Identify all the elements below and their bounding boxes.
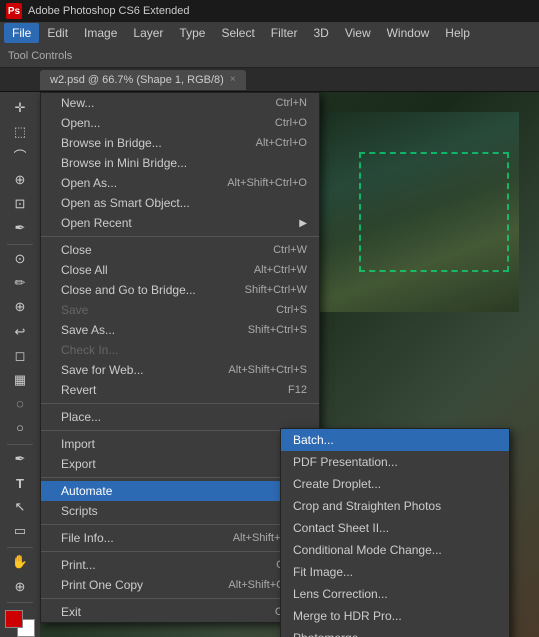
menu-3d[interactable]: 3D [305,23,336,43]
menu-exit[interactable]: Exit Ctrl+Q [41,602,319,622]
toolbar-separator-3 [7,547,33,548]
tab-close-button[interactable]: × [230,74,236,85]
healing-brush-tool[interactable]: ⊙ [5,248,35,271]
pen-tool[interactable]: ✒ [5,447,35,470]
crop-tool[interactable]: ⊡ [5,192,35,215]
menu-print-one-copy[interactable]: Print One Copy Alt+Shift+Ctrl+P [41,575,319,595]
path-select-tool[interactable]: ↖ [5,496,35,519]
controls-text: Tool Controls [8,50,72,62]
automate-photomerge[interactable]: Photomerge... [281,627,509,637]
menu-automate[interactable]: Automate ▶ [41,481,319,501]
gradient-tool[interactable]: ▦ [5,368,35,391]
menu-check-in: Check In... [41,340,319,360]
menu-open-recent[interactable]: Open Recent ▶ [41,213,319,233]
type-tool[interactable]: T [5,472,35,495]
automate-submenu: Batch... PDF Presentation... Create Drop… [280,428,510,637]
menu-close[interactable]: Close Ctrl+W [41,240,319,260]
automate-lens-correction[interactable]: Lens Correction... [281,583,509,605]
app-icon: Ps [6,3,22,19]
menu-close-all[interactable]: Close All Alt+Ctrl+W [41,260,319,280]
menu-open-as[interactable]: Open As... Alt+Shift+Ctrl+O [41,173,319,193]
automate-pdf-presentation[interactable]: PDF Presentation... [281,451,509,473]
menu-close-go-bridge[interactable]: Close and Go to Bridge... Shift+Ctrl+W [41,280,319,300]
menu-import[interactable]: Import ▶ [41,434,319,454]
main-area: ✛ ⬚ ⌒ ⊕ ⊡ ✒ ⊙ ✏ ⊕ ↩ ◻ ▦ ◌ ○ ✒ T ↖ ▭ ✋ ⊕ [0,92,539,637]
separator-1 [41,236,319,237]
automate-merge-hdr[interactable]: Merge to HDR Pro... [281,605,509,627]
lasso-tool[interactable]: ⌒ [5,144,35,167]
separator-2 [41,403,319,404]
menu-view[interactable]: View [337,23,379,43]
automate-create-droplet[interactable]: Create Droplet... [281,473,509,495]
toolbar-separator-1 [7,244,33,245]
menu-print[interactable]: Print... Ctrl+P [41,555,319,575]
separator-3 [41,430,319,431]
automate-batch[interactable]: Batch... [281,429,509,451]
menu-save-as[interactable]: Save As... Shift+Ctrl+S [41,320,319,340]
document-tab[interactable]: w2.psd @ 66.7% (Shape 1, RGB/8) × [40,70,246,90]
menu-file-info[interactable]: File Info... Alt+Shift+Ctrl+I [41,528,319,548]
menu-bar: File Edit Image Layer Type Select Filter… [0,22,539,44]
separator-4 [41,477,319,478]
history-brush-tool[interactable]: ↩ [5,320,35,343]
quick-select-tool[interactable]: ⊕ [5,168,35,191]
automate-contact-sheet[interactable]: Contact Sheet II... [281,517,509,539]
eraser-tool[interactable]: ◻ [5,344,35,367]
clone-stamp-tool[interactable]: ⊕ [5,296,35,319]
automate-fit-image[interactable]: Fit Image... [281,561,509,583]
title-bar-text: Adobe Photoshop CS6 Extended [28,5,189,17]
menu-scripts[interactable]: Scripts ▶ [41,501,319,521]
blur-tool[interactable]: ◌ [5,392,35,415]
hand-tool[interactable]: ✋ [5,551,35,574]
menu-open-smart-object[interactable]: Open as Smart Object... [41,193,319,213]
menu-open[interactable]: Open... Ctrl+O [41,113,319,133]
title-bar: Ps Adobe Photoshop CS6 Extended [0,0,539,22]
automate-conditional-mode[interactable]: Conditional Mode Change... [281,539,509,561]
menu-browse-bridge[interactable]: Browse in Bridge... Alt+Ctrl+O [41,133,319,153]
menu-file[interactable]: File [4,23,39,43]
menu-image[interactable]: Image [76,23,125,43]
separator-7 [41,598,319,599]
menu-window[interactable]: Window [379,23,438,43]
automate-crop-straighten[interactable]: Crop and Straighten Photos [281,495,509,517]
dodge-tool[interactable]: ○ [5,416,35,439]
menu-revert[interactable]: Revert F12 [41,380,319,400]
rectangle-select-tool[interactable]: ⬚ [5,120,35,143]
file-menu-dropdown: New... Ctrl+N Open... Ctrl+O Browse in B… [40,92,320,623]
move-tool[interactable]: ✛ [5,96,35,119]
menu-export[interactable]: Export ▶ [41,454,319,474]
separator-6 [41,551,319,552]
eyedropper-tool[interactable]: ✒ [5,217,35,240]
menu-new[interactable]: New... Ctrl+N [41,93,319,113]
left-toolbar: ✛ ⬚ ⌒ ⊕ ⊡ ✒ ⊙ ✏ ⊕ ↩ ◻ ▦ ◌ ○ ✒ T ↖ ▭ ✋ ⊕ [0,92,40,637]
menu-help[interactable]: Help [437,23,478,43]
tab-bar: w2.psd @ 66.7% (Shape 1, RGB/8) × [0,68,539,92]
separator-5 [41,524,319,525]
menu-save: Save Ctrl+S [41,300,319,320]
menu-filter[interactable]: Filter [263,23,306,43]
menu-save-web[interactable]: Save for Web... Alt+Shift+Ctrl+S [41,360,319,380]
open-recent-arrow: ▶ [299,218,307,229]
menu-browse-mini-bridge[interactable]: Browse in Mini Bridge... [41,153,319,173]
menu-layer[interactable]: Layer [125,23,171,43]
foreground-background-colors[interactable] [5,610,35,637]
menu-type[interactable]: Type [171,23,213,43]
selection-marquee [359,152,509,272]
brush-tool[interactable]: ✏ [5,272,35,295]
menu-edit[interactable]: Edit [39,23,76,43]
menu-place[interactable]: Place... [41,407,319,427]
menu-select[interactable]: Select [213,23,262,43]
shape-tool[interactable]: ▭ [5,520,35,543]
zoom-tool[interactable]: ⊕ [5,575,35,598]
toolbar-separator-2 [7,444,33,445]
tab-label: w2.psd @ 66.7% (Shape 1, RGB/8) [50,74,224,86]
toolbar-separator-4 [7,602,33,603]
controls-bar: Tool Controls [0,44,539,68]
foreground-color-swatch[interactable] [5,610,23,628]
